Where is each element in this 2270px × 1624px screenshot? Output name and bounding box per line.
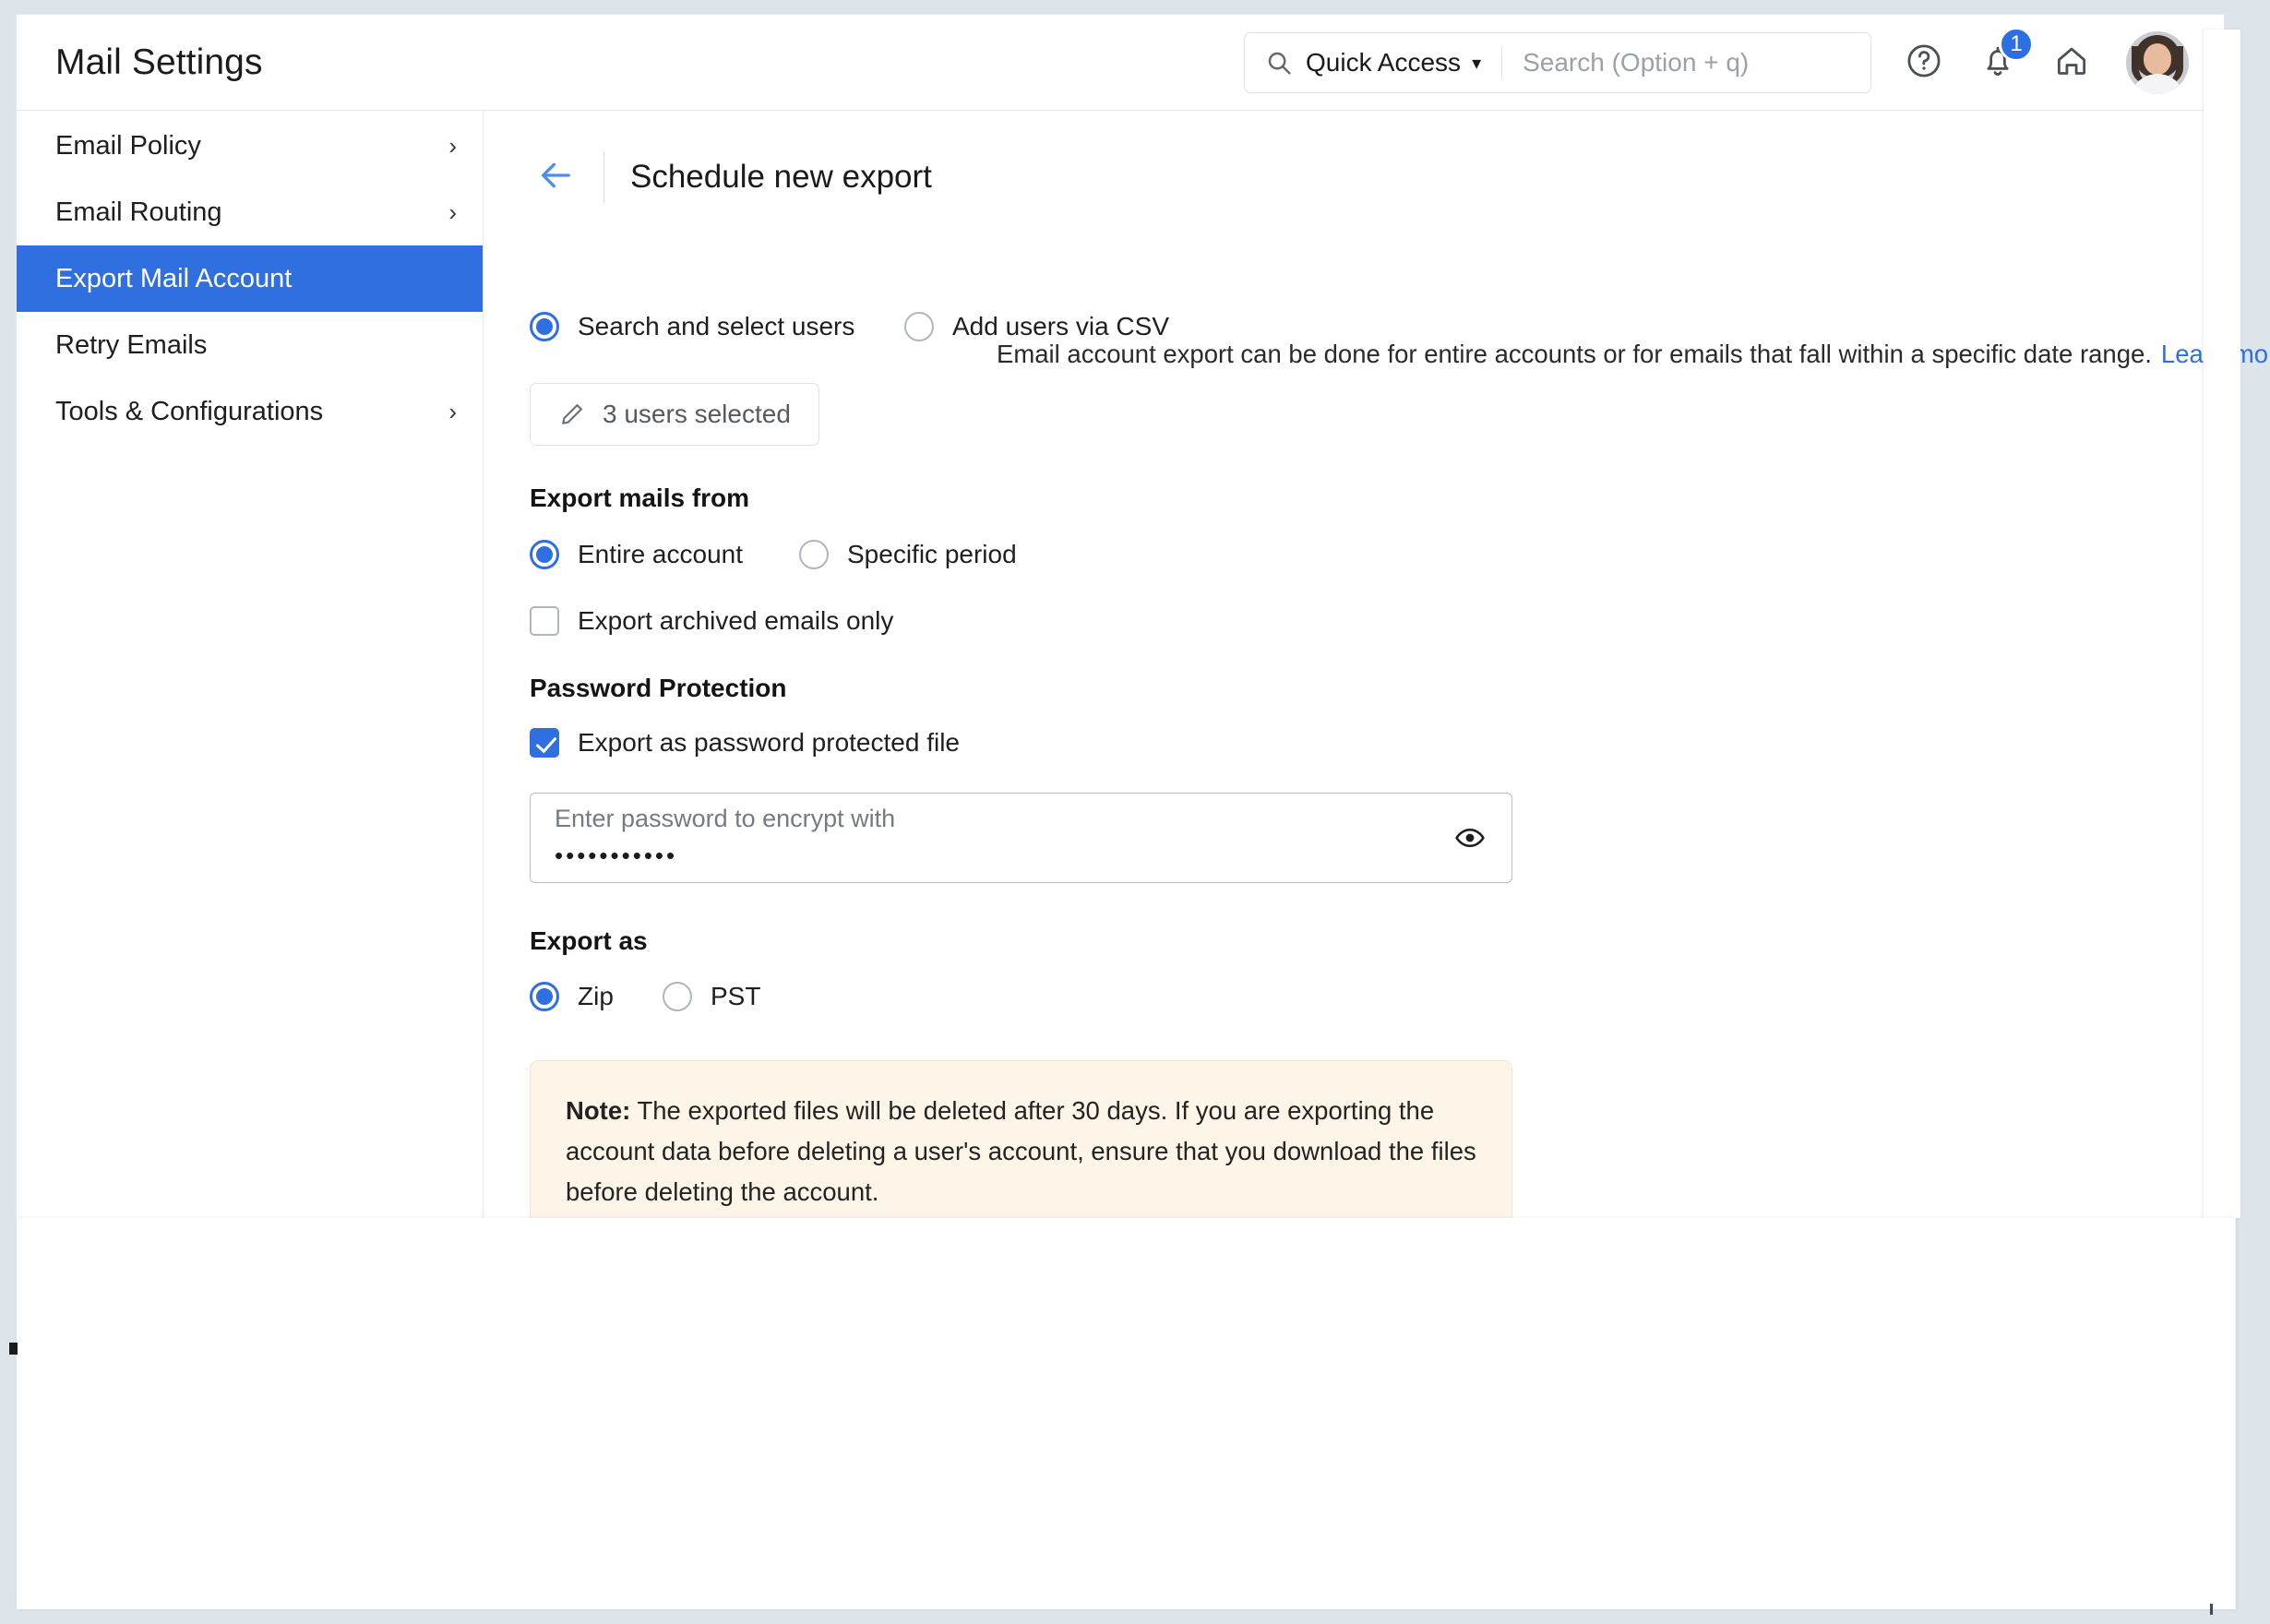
window-edge-artifact-bottom: [17, 1218, 2236, 1609]
export-from-option-specific-period[interactable]: Specific period: [799, 540, 1017, 569]
page-title: Mail Settings: [55, 42, 263, 82]
radio-label: Search and select users: [578, 312, 855, 340]
quick-access-label[interactable]: Quick Access: [1306, 48, 1461, 78]
checkbox-export-as-password-protected-file[interactable]: [530, 728, 559, 758]
note-box: Note: The exported files will be deleted…: [530, 1060, 1512, 1245]
sidebar-item-label: Export Mail Account: [55, 263, 293, 293]
selected-users-button[interactable]: 3 users selected: [530, 383, 819, 446]
user-source-option-search[interactable]: Search and select users: [530, 312, 854, 341]
radio-label: PST: [711, 982, 761, 1010]
divider: [603, 151, 604, 203]
note-body: The exported files will be deleted after…: [566, 1096, 1476, 1206]
password-field[interactable]: Enter password to encrypt with •••••••••…: [530, 793, 1512, 883]
window-edge-artifact-top: [2204, 30, 2240, 1218]
chevron-right-icon: ›: [448, 398, 457, 425]
app-window: Mail Settings Quick Access ▾ Search (Opt…: [17, 15, 2270, 1609]
archived-emails-only-row[interactable]: Export archived emails only: [530, 606, 893, 636]
notifications-button[interactable]: 1: [1977, 27, 2034, 84]
top-bar-right: Quick Access ▾ Search (Option + q) 1: [1244, 15, 2224, 111]
radio-label: Zip: [578, 982, 614, 1010]
note-label: Note:: [566, 1096, 631, 1125]
eye-icon[interactable]: [1454, 822, 1486, 854]
password-field-label: Enter password to encrypt with: [555, 805, 896, 832]
sidebar-item-label: Email Routing: [55, 197, 222, 227]
arrow-left-icon: [533, 157, 578, 198]
export-from-option-entire-account[interactable]: Entire account: [530, 540, 743, 569]
left-edge-marker: [9, 1343, 18, 1355]
checkbox-label: Export as password protected file: [578, 728, 960, 757]
top-bar: Mail Settings Quick Access ▾ Search (Opt…: [17, 15, 2224, 111]
sidebar-item-label: Email Policy: [55, 130, 201, 161]
radio-entire-account[interactable]: [530, 540, 559, 569]
home-button[interactable]: [2050, 42, 2093, 84]
avatar[interactable]: [2126, 31, 2189, 94]
checkbox-label: Export archived emails only: [578, 606, 894, 635]
global-search[interactable]: Quick Access ▾: [1244, 32, 1871, 93]
chevron-right-icon: ›: [448, 198, 457, 226]
export-as-option-pst[interactable]: PST: [663, 982, 760, 1011]
radio-zip[interactable]: [530, 982, 559, 1011]
selected-users-label: 3 users selected: [603, 400, 791, 428]
chevron-down-icon[interactable]: ▾: [1472, 52, 1481, 75]
export-as-title: Export as: [530, 926, 648, 955]
home-icon: [2052, 42, 2091, 85]
radio-label: Add users via CSV: [952, 312, 1169, 340]
sidebar-item-label: Retry Emails: [55, 329, 208, 360]
export-as-option-zip[interactable]: Zip: [530, 982, 614, 1011]
note-text: Note: The exported files will be deleted…: [566, 1091, 1476, 1212]
export-mails-from-title: Export mails from: [530, 484, 750, 512]
sidebar-item-export-mail-account[interactable]: Export Mail Account: [17, 245, 483, 312]
sidebar-item-email-policy[interactable]: Email Policy ›: [17, 113, 483, 179]
checkbox-export-archived-emails-only[interactable]: [530, 606, 559, 636]
radio-add-users-via-csv[interactable]: [904, 312, 934, 341]
chevron-right-icon: ›: [448, 132, 457, 160]
radio-pst[interactable]: [663, 982, 692, 1011]
radio-specific-period[interactable]: [799, 540, 829, 569]
user-source-option-csv[interactable]: Add users via CSV: [904, 312, 1169, 341]
sidebar-item-retry-emails[interactable]: Retry Emails: [17, 312, 483, 378]
description-text: Email account export can be done for ent…: [997, 340, 2270, 369]
password-protection-toggle-row[interactable]: Export as password protected file: [530, 728, 960, 758]
radio-search-and-select-users[interactable]: [530, 312, 559, 341]
sidebar-item-label: Tools & Configurations: [55, 396, 324, 426]
search-icon: [1265, 49, 1293, 77]
notification-badge: 1: [1999, 27, 2034, 62]
help-circle-icon: [1905, 42, 1943, 85]
section-heading: Schedule new export: [630, 159, 932, 195]
divider: [1501, 46, 1503, 79]
password-field-value: •••••••••••: [555, 842, 678, 869]
back-button[interactable]: [530, 151, 581, 203]
password-protection-title: Password Protection: [530, 674, 787, 702]
pencil-icon: [558, 400, 586, 428]
main-header: Schedule new export: [484, 111, 2224, 203]
radio-label: Specific period: [847, 540, 1017, 568]
description-label: Email account export can be done for ent…: [997, 340, 2152, 368]
sidebar-item-email-routing[interactable]: Email Routing ›: [17, 179, 483, 245]
help-button[interactable]: [1903, 42, 1945, 84]
radio-label: Entire account: [578, 540, 743, 568]
bottom-edge-marker: [2210, 1604, 2213, 1615]
search-input[interactable]: [1523, 48, 1870, 78]
sidebar-item-tools-configurations[interactable]: Tools & Configurations ›: [17, 378, 483, 445]
